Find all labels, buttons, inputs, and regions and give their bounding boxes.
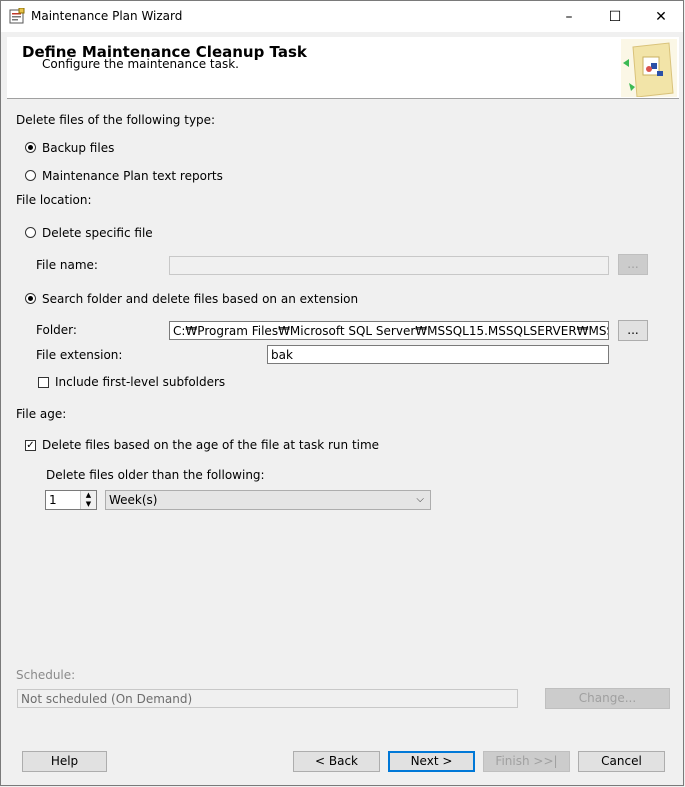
change-schedule-button[interactable]: Change... (545, 688, 670, 709)
file-name-input[interactable] (169, 256, 609, 275)
schedule-input: Not scheduled (On Demand) (17, 689, 518, 708)
finish-button[interactable]: Finish >>| (483, 751, 570, 772)
file-name-browse-button[interactable]: ... (618, 254, 648, 275)
maximize-button[interactable]: ☐ (592, 1, 638, 32)
wizard-header: Define Maintenance Cleanup Task Configur… (7, 37, 679, 99)
backup-files-radio[interactable] (25, 142, 36, 153)
age-amount-value: 1 (49, 493, 57, 507)
age-unit-value: Week(s) (109, 493, 158, 507)
cancel-button[interactable]: Cancel (578, 751, 665, 772)
age-amount-spinner[interactable]: 1 ▲ ▼ (45, 490, 97, 510)
file-location-label: File location: (16, 193, 92, 207)
text-reports-radio[interactable] (25, 170, 36, 181)
delete-by-age-checkbox[interactable]: ✓ (25, 440, 36, 451)
window-title: Maintenance Plan Wizard (31, 9, 183, 23)
title-bar: Maintenance Plan Wizard – ☐ ✕ (1, 1, 683, 32)
minimize-button[interactable]: – (546, 1, 592, 32)
file-extension-label: File extension: (36, 348, 123, 362)
file-type-label: Delete files of the following type: (16, 113, 216, 127)
schedule-label: Schedule: (16, 668, 76, 682)
search-folder-label[interactable]: Search folder and delete files based on … (42, 292, 358, 306)
back-button[interactable]: < Back (293, 751, 380, 772)
search-folder-radio[interactable] (25, 293, 36, 304)
next-button[interactable]: Next > (388, 751, 475, 772)
wizard-window: Maintenance Plan Wizard – ☐ ✕ Define Mai… (0, 0, 684, 786)
help-button[interactable]: Help (22, 751, 107, 772)
page-subtitle: Configure the maintenance task. (42, 57, 239, 71)
include-subfolders-label[interactable]: Include first-level subfolders (55, 375, 225, 389)
wizard-banner-icon (621, 39, 677, 98)
spinner-arrows-icon[interactable]: ▲ ▼ (80, 491, 96, 509)
folder-input[interactable]: C:₩Program Files₩Microsoft SQL Server₩MS… (169, 321, 609, 340)
backup-files-label[interactable]: Backup files (42, 141, 114, 155)
text-reports-label[interactable]: Maintenance Plan text reports (42, 169, 223, 183)
delete-specific-file-label[interactable]: Delete specific file (42, 226, 153, 240)
older-than-label: Delete files older than the following: (46, 468, 265, 482)
delete-by-age-label[interactable]: Delete files based on the age of the fil… (42, 438, 379, 452)
delete-specific-file-radio[interactable] (25, 227, 36, 238)
file-age-label: File age: (16, 407, 67, 421)
folder-label: Folder: (36, 323, 77, 337)
file-extension-input[interactable]: bak (267, 345, 609, 364)
folder-browse-button[interactable]: ... (618, 320, 648, 341)
include-subfolders-checkbox[interactable] (38, 377, 49, 388)
app-icon (9, 7, 25, 24)
age-unit-select[interactable]: Week(s) ⌵ (105, 490, 431, 510)
close-button[interactable]: ✕ (638, 1, 684, 32)
chevron-down-icon: ⌵ (416, 494, 424, 505)
file-name-label: File name: (36, 258, 98, 272)
